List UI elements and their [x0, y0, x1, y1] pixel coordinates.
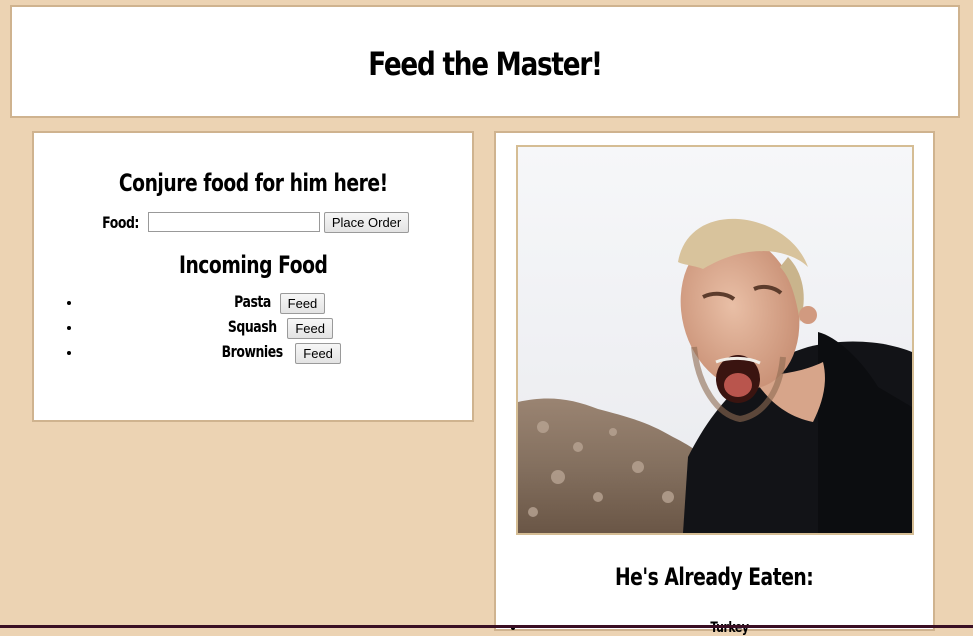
food-label: Food:	[101, 212, 139, 232]
master-photo	[516, 145, 914, 535]
incoming-food-heading: Incoming Food	[178, 251, 328, 279]
eaten-heading-wrapper: He's Already Eaten:	[496, 563, 933, 591]
food-item-name: Brownies	[221, 342, 284, 361]
feed-button[interactable]: Feed	[279, 292, 326, 314]
order-panel: Conjure food for him here! Food: Place O…	[32, 131, 474, 422]
eaten-item-name: Turkey	[710, 620, 749, 636]
order-heading: Conjure food for him here!	[118, 169, 388, 197]
food-item-name: Pasta	[233, 292, 271, 311]
feed-button[interactable]: Feed	[295, 342, 341, 364]
shouting-man-image	[518, 147, 912, 533]
incoming-food-list: Pasta Feed Squash Feed Brownies Feed	[34, 289, 472, 364]
page-title: Feed the Master!	[97, 7, 873, 83]
page-header: Feed the Master!	[10, 5, 960, 118]
food-input[interactable]	[147, 212, 320, 232]
feed-button[interactable]: Feed	[287, 317, 333, 339]
list-item: Brownies Feed	[82, 339, 472, 364]
page-title-text: Feed the Master!	[368, 45, 603, 83]
master-panel: He's Already Eaten: Turkey	[494, 131, 935, 636]
list-item: Squash Feed	[82, 314, 472, 339]
eaten-heading: He's Already Eaten:	[615, 563, 814, 591]
food-item-name: Squash	[227, 317, 277, 336]
list-item: Pasta Feed	[82, 289, 472, 314]
place-order-button[interactable]: Place Order	[323, 211, 410, 233]
order-form: Food: Place Order	[34, 211, 472, 233]
